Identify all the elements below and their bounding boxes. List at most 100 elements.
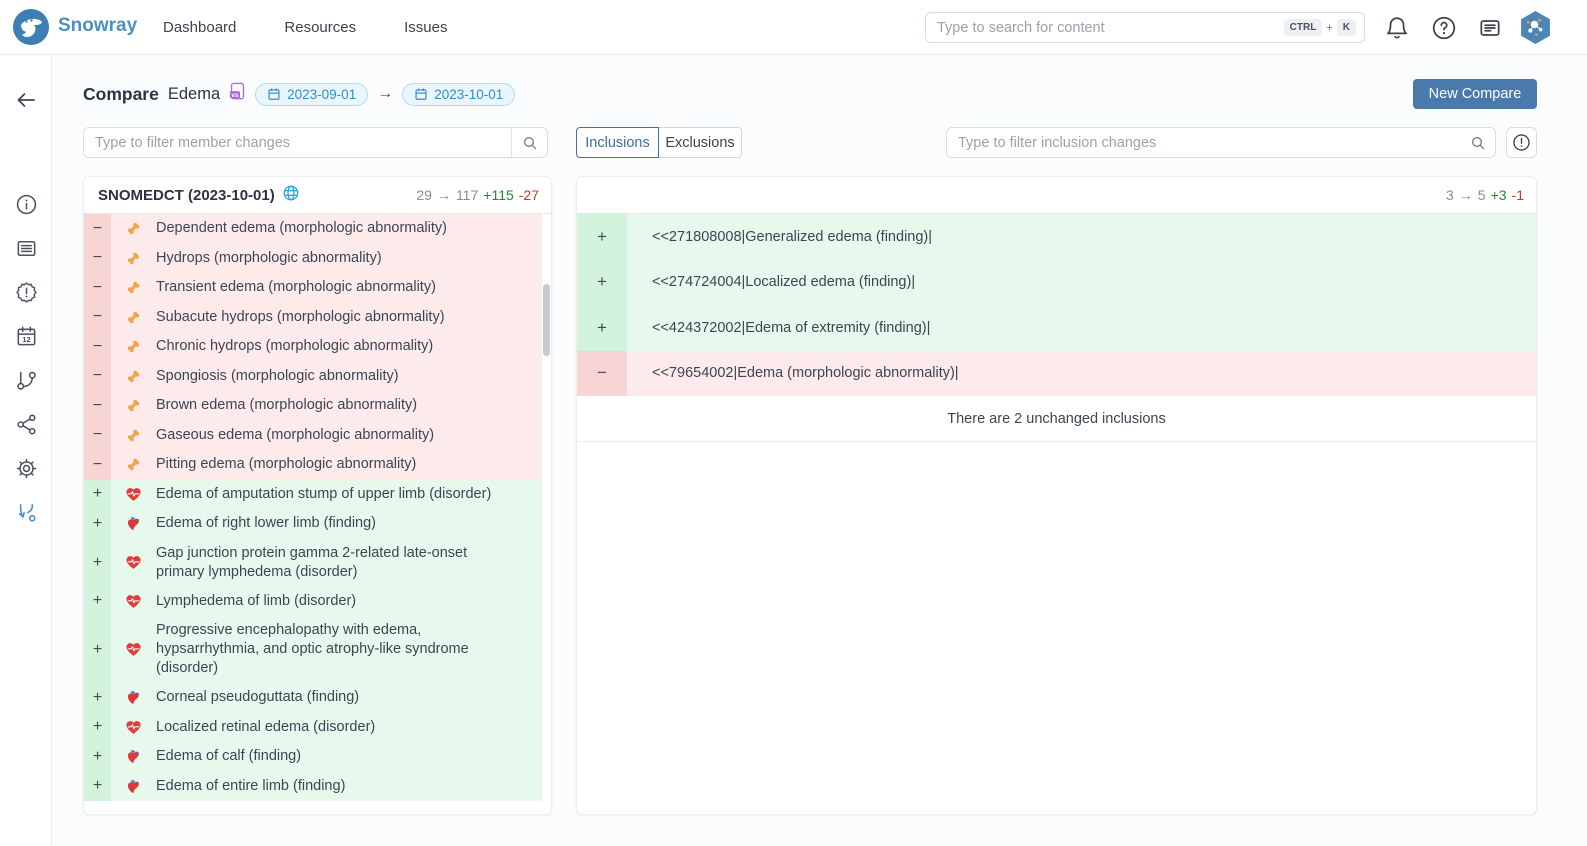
added-plus-sign: + [84, 713, 111, 743]
notifications-bell-icon[interactable] [1384, 15, 1410, 41]
member-label: Edema of calf (finding) [156, 742, 301, 771]
member-label: Chronic hydrops (morphologic abnormality… [156, 332, 433, 361]
member-row[interactable]: +Gap junction protein gamma 2-related la… [84, 539, 542, 587]
date-to-chip[interactable]: 2023-10-01 [402, 83, 515, 106]
member-label: Edema of amputation stump of upper limb … [156, 480, 491, 509]
new-compare-button[interactable]: New Compare [1413, 79, 1537, 109]
info-icon [15, 193, 38, 221]
global-search[interactable]: CTRL + K [925, 12, 1365, 43]
removed-minus-sign: − [577, 351, 627, 397]
added-plus-sign: + [84, 509, 111, 539]
member-filter-input[interactable] [84, 128, 511, 157]
removed-minus-sign: − [84, 244, 111, 274]
removed-minus-sign: − [84, 332, 111, 362]
search-icon[interactable] [511, 128, 547, 157]
member-row[interactable]: − Pitting edema (morphologic abnormality) [84, 450, 542, 480]
sidebar-item-git-branch[interactable] [14, 371, 38, 394]
tab-exclusions[interactable]: Exclusions [659, 127, 742, 158]
inclusion-expression: <<274724004|Localized edema (finding)| [627, 274, 915, 290]
inclusion-row[interactable]: −<<79654002|Edema (morphologic abnormali… [577, 351, 1536, 397]
member-label: Progressive encephalopathy with edema, h… [156, 616, 501, 683]
inclusion-row[interactable]: +<<274724004|Localized edema (finding)| [577, 260, 1536, 306]
inclusion-expression: <<79654002|Edema (morphologic abnormalit… [627, 365, 959, 381]
member-row[interactable]: +Lymphedema of limb (disorder) [84, 587, 542, 617]
inclusion-changes-panel: 3 → 5 +3 -1 +<<271808008|Generalized ede… [576, 176, 1537, 815]
inclusion-filter[interactable] [946, 127, 1496, 158]
bone-icon [111, 309, 156, 326]
user-avatar[interactable] [1518, 10, 1553, 45]
help-icon[interactable] [1431, 15, 1457, 41]
member-row[interactable]: +Corneal pseudoguttata (finding) [84, 683, 542, 713]
unchanged-inclusions-note: There are 2 unchanged inclusions [577, 396, 1536, 442]
tab-inclusions[interactable]: Inclusions [576, 127, 659, 158]
sidebar-item-settings-gear[interactable] [14, 459, 38, 482]
inclusion-exclusion-tabs: Inclusions Exclusions [576, 127, 742, 158]
global-search-input[interactable] [937, 20, 1284, 36]
member-row[interactable]: −Subacute hydrops (morphologic abnormali… [84, 303, 542, 333]
inclusion-panel-header: 3 → 5 +3 -1 [577, 177, 1536, 214]
stat-from: 29 [416, 187, 432, 203]
concept-name: Edema [168, 85, 220, 104]
info-alert-button[interactable] [1506, 127, 1537, 158]
date-from-chip[interactable]: 2023-09-01 [255, 83, 368, 106]
main-content: Compare Edema vs 2023-09-01 → 2023-10-01… [52, 55, 1587, 846]
nav-dashboard[interactable]: Dashboard [163, 19, 236, 36]
member-row[interactable]: −Gaseous edema (morphologic abnormality) [84, 421, 542, 451]
member-label: Edema of entire limb (finding) [156, 772, 345, 801]
svg-text:vs: vs [232, 92, 240, 99]
removed-minus-sign: − [84, 450, 111, 480]
sidebar-item-calendar-12[interactable]: 12 [14, 327, 38, 350]
nav-resources[interactable]: Resources [284, 19, 356, 36]
sidebar-item-document[interactable] [14, 239, 38, 262]
sidebar-item-compare-arrows[interactable] [14, 503, 38, 526]
nav-issues[interactable]: Issues [404, 19, 447, 36]
inclusion-filter-input[interactable] [947, 128, 1461, 157]
inclusion-row[interactable]: +<<271808008|Generalized edema (finding)… [577, 214, 1536, 260]
news-icon[interactable] [1477, 15, 1503, 41]
member-row[interactable]: +Edema of amputation stump of upper limb… [84, 480, 542, 510]
settings-gear-icon [15, 457, 38, 485]
member-row[interactable]: +Edema of entire limb (finding) [84, 772, 542, 802]
sidebar-item-info[interactable] [14, 195, 38, 218]
inclusion-row[interactable]: +<<424372002|Edema of extremity (finding… [577, 305, 1536, 351]
snowray-logo-icon[interactable] [12, 8, 50, 46]
share-icon [15, 413, 38, 441]
search-icon[interactable] [1461, 128, 1495, 157]
added-plus-sign: + [84, 616, 111, 683]
brand-name[interactable]: Snowray [58, 15, 137, 37]
inclusion-change-list: +<<271808008|Generalized edema (finding)… [577, 214, 1536, 442]
scrollbar-thumb[interactable] [543, 284, 550, 356]
disorder-heart-icon [111, 486, 156, 503]
member-row[interactable]: −Dependent edema (morphologic abnormalit… [84, 214, 542, 244]
member-row[interactable]: − Chronic hydrops (morphologic abnormalit… [84, 332, 542, 362]
member-label: Dependent edema (morphologic abnormality… [156, 214, 447, 243]
member-filter[interactable] [83, 127, 548, 158]
date-to-value: 2023-10-01 [434, 87, 503, 102]
stat-arrow-icon: → [437, 187, 451, 203]
added-plus-sign: + [84, 742, 111, 772]
sidebar-item-share[interactable] [14, 415, 38, 438]
stat-to: 5 [1478, 187, 1486, 203]
removed-minus-sign: − [84, 273, 111, 303]
back-arrow-icon[interactable] [14, 88, 38, 112]
member-row[interactable]: − Transient edema (morphologic abnormalit… [84, 273, 542, 303]
member-row[interactable]: + Edema of calf (finding) [84, 742, 542, 772]
stat-arrow-icon: → [1459, 187, 1473, 203]
scrollbar-track[interactable] [542, 214, 551, 815]
sidebar-item-alert-badge[interactable] [14, 283, 38, 306]
stat-to: 117 [456, 187, 478, 203]
member-row[interactable]: + Progressive encephalopathy with edema, … [84, 616, 542, 683]
member-label: Pitting edema (morphologic abnormality) [156, 450, 416, 479]
sidebar-icon-list: 12 [0, 195, 52, 526]
stat-removed: -27 [519, 187, 539, 203]
member-label: Localized retinal edema (disorder) [156, 713, 375, 742]
member-row[interactable]: + Localized retinal edema (disorder) [84, 713, 542, 743]
alert-badge-icon [15, 281, 38, 309]
member-row[interactable]: −Spongiosis (morphologic abnormality) [84, 362, 542, 392]
member-row[interactable]: +Edema of right lower limb (finding) [84, 509, 542, 539]
finding-heart-icon [111, 748, 156, 765]
member-row[interactable]: −Hydrops (morphologic abnormality) [84, 244, 542, 274]
finding-heart-icon [111, 778, 156, 795]
member-label: Transient edema (morphologic abnormality… [156, 273, 436, 302]
member-row[interactable]: −Brown edema (morphologic abnormality) [84, 391, 542, 421]
